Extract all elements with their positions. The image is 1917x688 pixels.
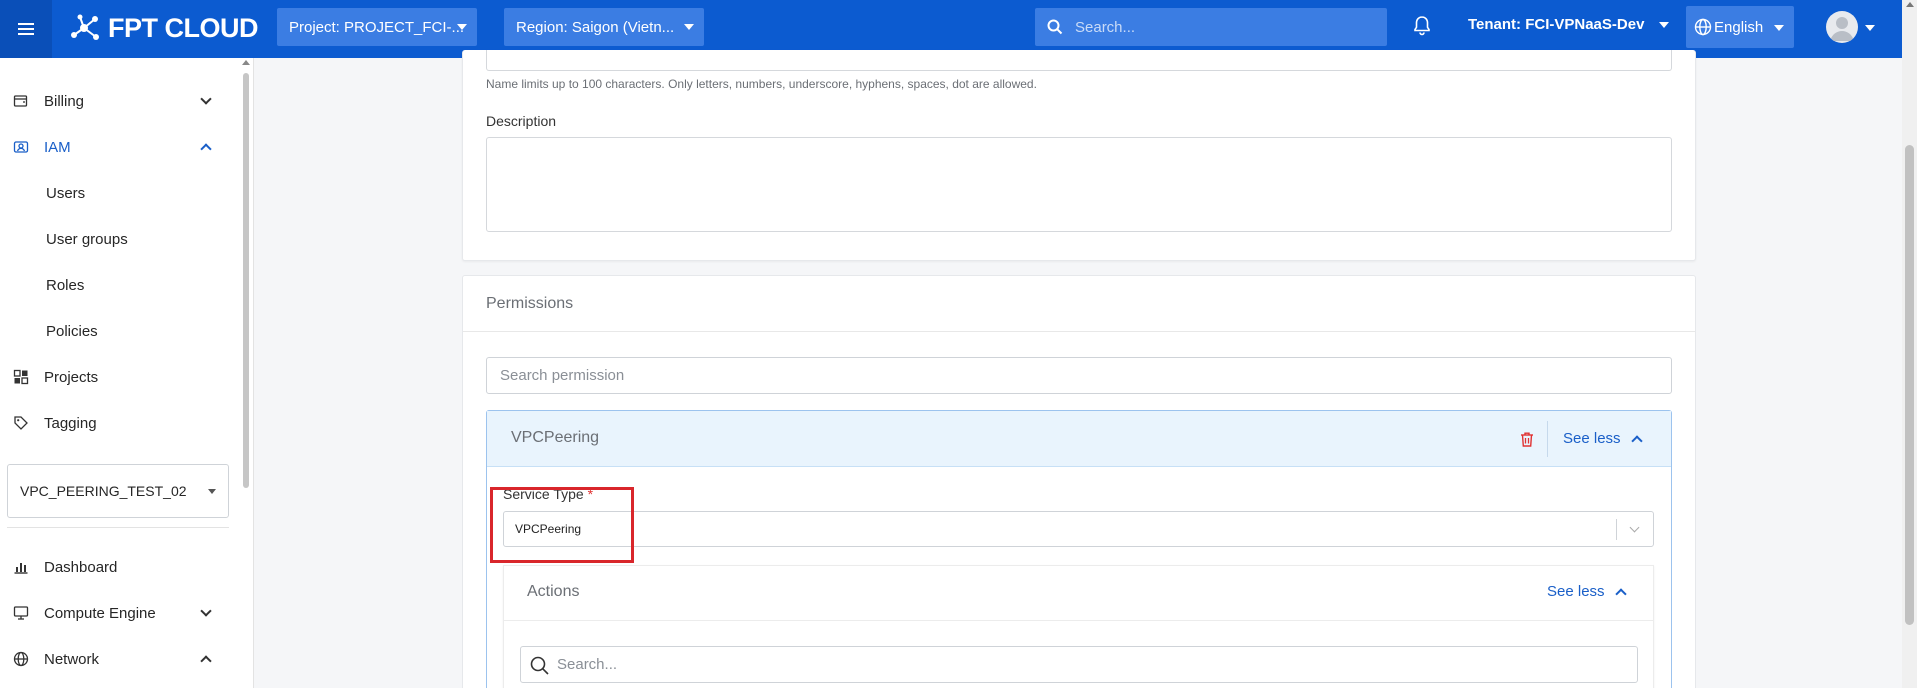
- search-icon: [530, 656, 549, 675]
- sidebar-item-label: Roles: [46, 276, 85, 294]
- language-label: English: [1714, 18, 1764, 36]
- global-search-placeholder: Search...: [1075, 18, 1136, 36]
- scroll-up-arrow-icon[interactable]: [242, 60, 250, 65]
- chevron-up-icon: [1630, 435, 1643, 447]
- region-selector-label: Region: Saigon (Vietn...: [516, 18, 675, 36]
- actions-search-placeholder: Search...: [557, 656, 618, 673]
- caret-down-icon: [1658, 22, 1669, 29]
- sidebar-item-label: Compute Engine: [44, 604, 156, 622]
- header-separator: [1547, 421, 1548, 457]
- sidebar-item-dashboard[interactable]: Dashboard: [0, 545, 240, 589]
- sidebar-item-projects[interactable]: Projects: [0, 355, 240, 399]
- actions-divider: [504, 620, 1653, 621]
- sidebar-item-iam[interactable]: IAM: [0, 125, 240, 169]
- sidebar-item-compute-engine[interactable]: Compute Engine: [0, 591, 240, 635]
- sidebar-item-label: Billing: [44, 92, 85, 110]
- tag-icon: [14, 416, 28, 430]
- sidebar-item-billing[interactable]: Billing: [0, 79, 240, 123]
- hamburger-icon: [18, 28, 34, 30]
- caret-down-icon: [684, 24, 694, 30]
- sidebar-item-label: Policies: [46, 322, 98, 340]
- permissions-title: Permissions: [486, 295, 574, 312]
- search-icon: [1047, 19, 1063, 35]
- language-selector[interactable]: English: [1686, 6, 1794, 48]
- project-selector-label: Project: PROJECT_FCI-...: [289, 18, 465, 36]
- region-selector[interactable]: Region: Saigon (Vietn...: [504, 8, 704, 46]
- chevron-up-icon: [1614, 588, 1627, 600]
- highlight-box: [490, 487, 634, 563]
- permission-search-input[interactable]: Search permission: [486, 357, 1672, 394]
- user-avatar[interactable]: [1826, 11, 1858, 43]
- select-separator: [1616, 519, 1617, 540]
- chevron-down-icon: [1629, 522, 1640, 533]
- sidebar-item-label: User groups: [46, 230, 128, 248]
- trash-icon[interactable]: [1519, 431, 1535, 448]
- page-scrollbar-thumb[interactable]: [1905, 145, 1914, 625]
- sidebar-item-policies[interactable]: Policies: [0, 309, 240, 353]
- name-input[interactable]: [486, 50, 1672, 71]
- actions-search-input[interactable]: Search...: [520, 646, 1638, 683]
- fpt-cloud-logo-icon: [71, 14, 99, 40]
- sidebar-divider: [7, 527, 229, 528]
- chevron-down-icon: [200, 93, 212, 105]
- caret-down-icon: [208, 489, 216, 494]
- user-avatar-icon: [1830, 17, 1854, 41]
- scroll-up-arrow-icon[interactable]: [1906, 2, 1914, 7]
- tenant-label: Tenant: FCI-VPNaaS-Dev: [1468, 16, 1645, 33]
- notification-bell-icon[interactable]: [1410, 14, 1434, 38]
- caret-down-icon: [457, 24, 467, 30]
- sidebar-item-roles[interactable]: Roles: [0, 263, 240, 307]
- sidebar-item-label: Projects: [44, 368, 99, 386]
- brand-logo[interactable]: FPT CLOUD: [68, 10, 259, 46]
- see-less-label: See less: [1547, 583, 1605, 600]
- sidebar-item-user-groups[interactable]: User groups: [0, 217, 240, 261]
- service-see-less-button[interactable]: See less: [1563, 430, 1643, 447]
- description-textarea[interactable]: [486, 137, 1672, 232]
- projects-icon: [13, 369, 29, 385]
- monitor-icon: [13, 606, 29, 620]
- project-selector[interactable]: Project: PROJECT_FCI-...: [277, 8, 477, 46]
- tenant-selector[interactable]: Tenant: FCI-VPNaaS-Dev: [1468, 16, 1669, 33]
- sidebar-item-tagging[interactable]: Tagging: [0, 401, 240, 445]
- menu-toggle-button[interactable]: [0, 0, 52, 58]
- see-less-label: See less: [1563, 430, 1621, 447]
- page-scrollbar[interactable]: [1902, 0, 1917, 688]
- sidebar-scrollbar-thumb[interactable]: [243, 73, 249, 488]
- caret-down-icon: [1774, 25, 1784, 31]
- service-type-select[interactable]: VPCPeering: [503, 511, 1654, 547]
- sidebar-project-selector-value: VPC_PEERING_TEST_02: [20, 483, 187, 499]
- billing-icon: [13, 95, 28, 107]
- globe-icon: [13, 651, 29, 667]
- globe-icon: [1694, 18, 1712, 36]
- description-label: Description: [486, 113, 557, 129]
- sidebar: Billing IAM Users User groups Roles Poli…: [0, 58, 254, 688]
- brand-name: FPT CLOUD: [108, 12, 259, 43]
- global-search-input[interactable]: Search...: [1035, 8, 1387, 46]
- sidebar-item-label: Tagging: [44, 414, 97, 432]
- sidebar-item-label: Dashboard: [44, 558, 118, 576]
- name-hint: Name limits up to 100 characters. Only l…: [486, 77, 1037, 91]
- sidebar-item-label: Network: [44, 650, 100, 668]
- actions-see-less-button[interactable]: See less: [1547, 583, 1627, 600]
- avatar-caret-down-icon[interactable]: [1865, 25, 1875, 31]
- chevron-up-icon: [200, 655, 212, 667]
- sidebar-scrollbar[interactable]: [240, 58, 252, 688]
- sidebar-project-selector[interactable]: VPC_PEERING_TEST_02: [7, 464, 229, 518]
- sidebar-item-network[interactable]: Network: [0, 637, 240, 681]
- service-panel-header: [487, 411, 1671, 467]
- permissions-divider: [463, 331, 1695, 332]
- sidebar-item-users[interactable]: Users: [0, 171, 240, 215]
- service-panel-title: VPCPeering: [511, 429, 600, 446]
- sidebar-item-label: IAM: [44, 138, 71, 156]
- iam-icon: [13, 141, 29, 153]
- chart-icon: [14, 563, 28, 574]
- chevron-up-icon: [200, 143, 212, 155]
- sidebar-item-label: Users: [46, 184, 86, 202]
- chevron-down-icon: [200, 605, 212, 617]
- actions-title: Actions: [527, 583, 580, 600]
- permission-search-placeholder: Search permission: [500, 367, 625, 384]
